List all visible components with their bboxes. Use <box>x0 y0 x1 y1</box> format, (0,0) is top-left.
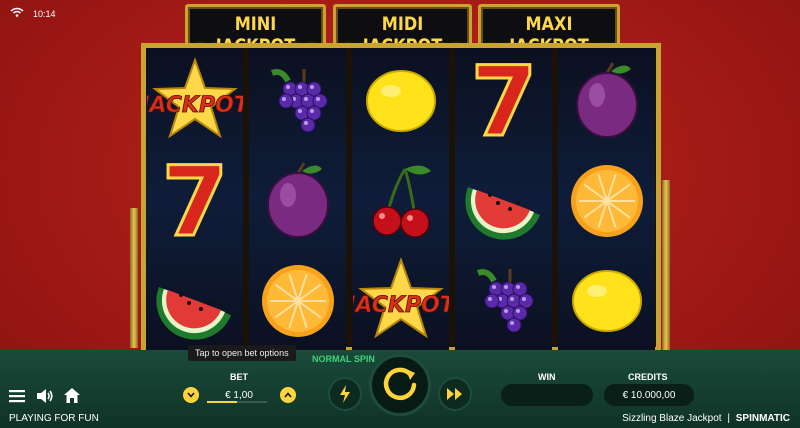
watermelon-symbol <box>146 251 243 351</box>
autoplay-button[interactable] <box>438 377 472 411</box>
bet-tooltip: Tap to open bet options <box>188 345 296 361</box>
grapes-symbol <box>455 251 552 351</box>
reel-5 <box>558 48 655 352</box>
reel-3: JACKPOT <box>352 48 449 352</box>
svg-text:JACKPOT: JACKPOT <box>353 293 449 318</box>
svg-text:7: 7 <box>470 55 537 147</box>
reel-1: JACKPOT 7 <box>146 48 243 352</box>
orange-symbol <box>249 251 346 351</box>
brand-name: SPINMATIC <box>735 413 790 424</box>
clock: 10:14 <box>33 9 56 19</box>
chevron-up-icon <box>284 392 292 398</box>
fast-forward-icon <box>447 388 462 400</box>
jackpot-star-symbol: JACKPOT <box>146 51 243 151</box>
frame-post <box>662 180 670 350</box>
turbo-button[interactable] <box>328 377 362 411</box>
game-name: Sizzling Blaze Jackpot <box>622 413 722 424</box>
play-mode-text: PLAYING FOR FUN <box>9 413 99 424</box>
home-icon[interactable] <box>63 387 81 409</box>
bet-decrease-button[interactable] <box>183 387 199 403</box>
plum-symbol <box>558 51 655 151</box>
plum-symbol <box>249 151 346 251</box>
reel-4: 7 <box>455 48 552 352</box>
svg-text:7: 7 <box>161 155 228 247</box>
credits-value: € 10.000,00 <box>604 384 694 406</box>
seven-symbol: 7 <box>146 151 243 251</box>
frame-post <box>130 208 138 348</box>
chevron-down-icon <box>187 392 195 398</box>
bet-level-track <box>207 401 267 403</box>
midi-jackpot-sign: MIDI JACKPOT <box>333 4 472 57</box>
credits-label: CREDITS <box>628 372 668 382</box>
mini-jackpot-sign: MINI JACKPOT <box>185 4 326 57</box>
win-label: WIN <box>538 372 556 382</box>
svg-text:JACKPOT: JACKPOT <box>147 93 243 118</box>
cherries-symbol <box>352 151 449 251</box>
lemon-symbol <box>558 251 655 351</box>
sound-icon[interactable] <box>36 388 54 409</box>
maxi-jackpot-sign: MAXI JACKPOT <box>478 4 620 57</box>
lemon-symbol <box>352 51 449 151</box>
separator: | <box>727 413 730 424</box>
lightning-icon <box>340 385 350 403</box>
win-value <box>501 384 593 406</box>
grapes-symbol <box>249 51 346 151</box>
menu-icon[interactable] <box>9 389 25 408</box>
wifi-icon <box>10 7 24 19</box>
spin-mode-label[interactable]: NORMAL SPIN <box>312 354 375 364</box>
game-title: Sizzling Blaze Jackpot | SPINMATIC <box>622 413 790 424</box>
spin-arrow-icon <box>383 367 417 401</box>
spin-button[interactable] <box>369 354 431 416</box>
watermelon-symbol <box>455 151 552 251</box>
reel-2 <box>249 48 346 352</box>
jackpot-star-symbol: JACKPOT <box>352 251 449 351</box>
orange-symbol <box>558 151 655 251</box>
bet-level-fill <box>207 401 237 403</box>
bet-increase-button[interactable] <box>280 387 296 403</box>
seven-symbol: 7 <box>455 51 552 151</box>
bet-label: BET <box>230 372 248 382</box>
